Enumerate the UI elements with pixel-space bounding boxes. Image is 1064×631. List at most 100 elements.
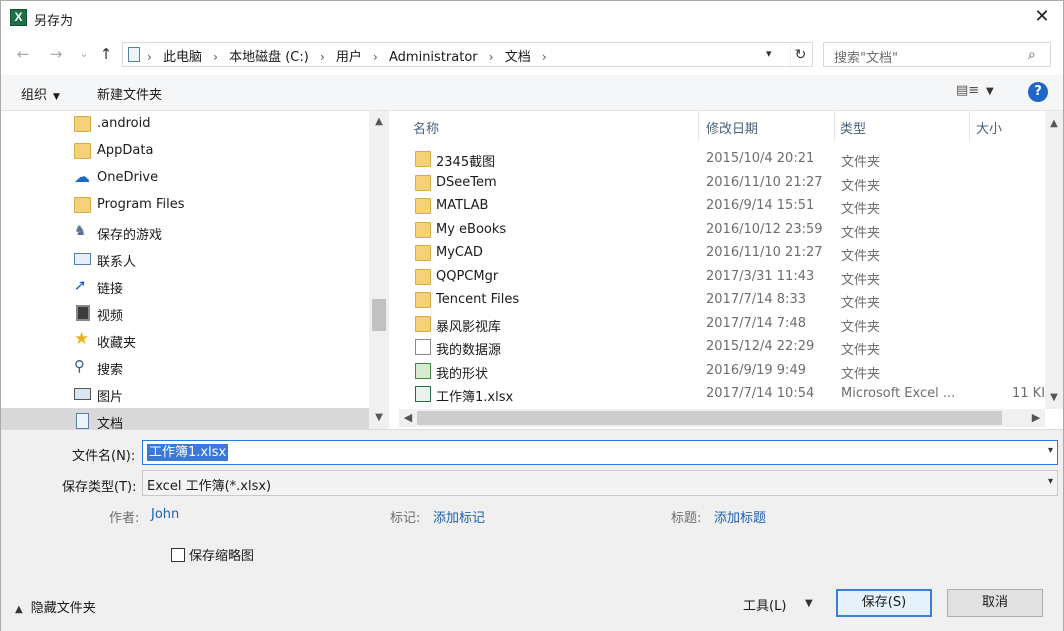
file-row[interactable]: DSeeTem 2016/11/10 21:27 文件夹 [399,172,1045,195]
file-row[interactable]: 我的数据源 2015/12/4 22:29 文件夹 [399,336,1045,359]
sidebar-item-android[interactable]: .android [1,111,369,138]
recent-locations-button[interactable]: ⌄ [73,43,95,65]
column-header-size[interactable]: 大小 [969,111,1045,141]
search-icon: ⚲ [74,357,85,375]
view-details-icon[interactable]: ▤≡ [956,83,979,98]
file-type: 文件夹 [841,319,881,335]
scrollbar-thumb[interactable] [372,299,386,331]
title-value[interactable]: 添加标题 [714,507,766,526]
breadcrumb-separator[interactable]: › [320,50,325,64]
folder-icon [415,221,431,238]
save-button[interactable]: 保存(S) [836,589,932,617]
navigation-pane: .android AppData ☁ OneDrive Program File… [1,111,389,429]
author-value[interactable]: John [151,507,179,522]
file-row[interactable]: 我的形状 2016/9/19 9:49 文件夹 [399,360,1045,383]
filename-value[interactable]: 工作簿1.xlsx [147,444,229,461]
window-title: 另存为 [34,14,74,29]
up-button[interactable]: ↑ [95,43,117,65]
new-folder-button[interactable]: 新建文件夹 [97,84,162,103]
refresh-icon[interactable]: ↻ [790,44,810,66]
close-button[interactable]: ✕ [1021,1,1063,33]
sidebar-item-program-files[interactable]: Program Files [1,192,369,219]
chevron-up-icon[interactable]: ▲ [1045,115,1063,132]
sidebar-item-label: OneDrive [97,170,159,185]
sidebar-item-appdata[interactable]: AppData [1,138,369,165]
breadcrumb-separator[interactable]: › [213,50,218,64]
file-date: 2015/12/4 22:29 [706,339,815,354]
nav-pane-scrollbar[interactable]: ▲ ▼ [369,111,389,429]
save-thumbnail-checkbox[interactable] [171,548,185,562]
breadcrumb-item[interactable]: 用户 [336,50,362,65]
breadcrumb-separator[interactable]: › [373,50,378,64]
file-name: 2345截图 [436,155,496,170]
file-type: 文件夹 [841,343,881,358]
sidebar-item-documents[interactable]: 文档 [1,408,369,429]
sidebar-item-links[interactable]: ➚ 链接 [1,273,369,300]
search-box[interactable]: 搜索"文档" ⌕ [823,42,1051,67]
column-header-name[interactable]: 名称 ^ [399,111,699,141]
breadcrumb-separator[interactable]: › [489,50,494,64]
column-header-date[interactable]: 修改日期 [699,111,834,141]
chevron-left-icon[interactable]: ◀ [399,409,417,427]
search-input[interactable]: 搜索"文档" [834,47,898,66]
chevron-down-icon[interactable]: ▾ [1048,476,1053,487]
chevron-down-icon[interactable]: ▾ [1048,445,1053,456]
back-button[interactable]: ← [12,43,34,65]
chevron-right-icon[interactable]: ▶ [1027,409,1045,427]
tags-label: 标记: [390,511,421,526]
tags-value[interactable]: 添加标记 [433,507,485,526]
chevron-down-icon[interactable]: ▾ [766,47,772,60]
organize-menu-button[interactable]: 组织 ▼ [21,84,60,103]
picture-icon [74,388,91,400]
filetype-select[interactable]: Excel 工作簿(*.xlsx) ▾ [142,470,1058,496]
file-row[interactable]: 工作簿1.xlsx 2017/7/14 10:54 Microsoft Exce… [399,383,1045,406]
sidebar-item-saved-games[interactable]: ♞ 保存的游戏 [1,219,369,246]
hide-folders-button[interactable]: ▲ 隐藏文件夹 [15,597,96,616]
file-date: 2017/3/31 11:43 [706,268,815,284]
scrollbar-thumb[interactable] [417,411,1002,425]
file-row[interactable]: MyCAD 2016/11/10 21:27 文件夹 [399,242,1045,265]
breadcrumb-item[interactable]: 本地磁盘 (C:) [229,50,309,65]
file-row[interactable]: Tencent Files 2017/7/14 8:33 文件夹 [399,289,1045,312]
file-list-scrollbar[interactable]: ▲ ▼ [1045,111,1063,409]
horizontal-scrollbar[interactable]: ◀ ▶ [399,409,1045,427]
column-header-label: 大小 [976,122,1003,137]
search-icon[interactable]: ⌕ [1028,47,1036,63]
sort-ascending-icon: ^ [547,111,556,118]
chevron-down-icon[interactable]: ▼ [986,86,994,97]
chevron-down-icon[interactable]: ▼ [369,409,389,426]
file-row[interactable]: QQPCMgr 2017/3/31 11:43 文件夹 [399,266,1045,289]
sidebar-item-onedrive[interactable]: ☁ OneDrive [1,165,369,192]
chevron-down-icon[interactable]: ▼ [805,598,813,609]
file-row[interactable]: MATLAB 2016/9/14 15:51 文件夹 [399,195,1045,218]
file-row[interactable]: 2345截图 2015/10/4 20:21 文件夹 [399,148,1045,171]
file-row[interactable]: 暴风影视库 2017/7/14 7:48 文件夹 [399,313,1045,336]
filename-label: 文件名(N): [72,449,136,464]
breadcrumb-separator[interactable]: › [542,50,547,64]
sidebar-item-label: 联系人 [97,255,137,270]
column-header-type[interactable]: 类型 [834,111,969,141]
forward-button[interactable]: → [45,43,67,65]
sidebar-item-label: AppData [97,143,154,158]
sidebar-item-favorites[interactable]: ★ 收藏夹 [1,327,369,354]
chevron-down-icon[interactable]: ▼ [1045,389,1063,406]
sidebar-item-pictures[interactable]: 图片 [1,381,369,408]
sidebar-item-searches[interactable]: ⚲ 搜索 [1,354,369,381]
breadcrumb-item[interactable]: 文档 [505,50,531,65]
address-bar[interactable]: › 此电脑 › 本地磁盘 (C:) › 用户 › Administrator ›… [122,42,813,67]
tools-button[interactable]: 工具(L) [743,595,786,614]
chevron-up-icon[interactable]: ▲ [369,113,389,130]
breadcrumb-separator[interactable]: › [147,50,152,64]
file-row[interactable]: My eBooks 2016/10/12 23:59 文件夹 [399,219,1045,242]
column-header-label: 修改日期 [706,122,759,137]
breadcrumb-item[interactable]: Administrator [389,50,478,65]
help-icon[interactable]: ? [1028,82,1048,102]
cancel-button[interactable]: 取消 [947,589,1043,617]
sidebar-item-contacts[interactable]: 联系人 [1,246,369,273]
breadcrumb: › 此电脑 › 本地磁盘 (C:) › 用户 › Administrator ›… [147,46,554,65]
save-thumbnail-label[interactable]: 保存缩略图 [189,545,254,564]
folder-icon [74,197,91,213]
breadcrumb-item[interactable]: 此电脑 [163,50,202,65]
sidebar-item-videos[interactable]: 视频 [1,300,369,327]
filename-field[interactable]: 工作簿1.xlsx ▾ [142,440,1058,465]
